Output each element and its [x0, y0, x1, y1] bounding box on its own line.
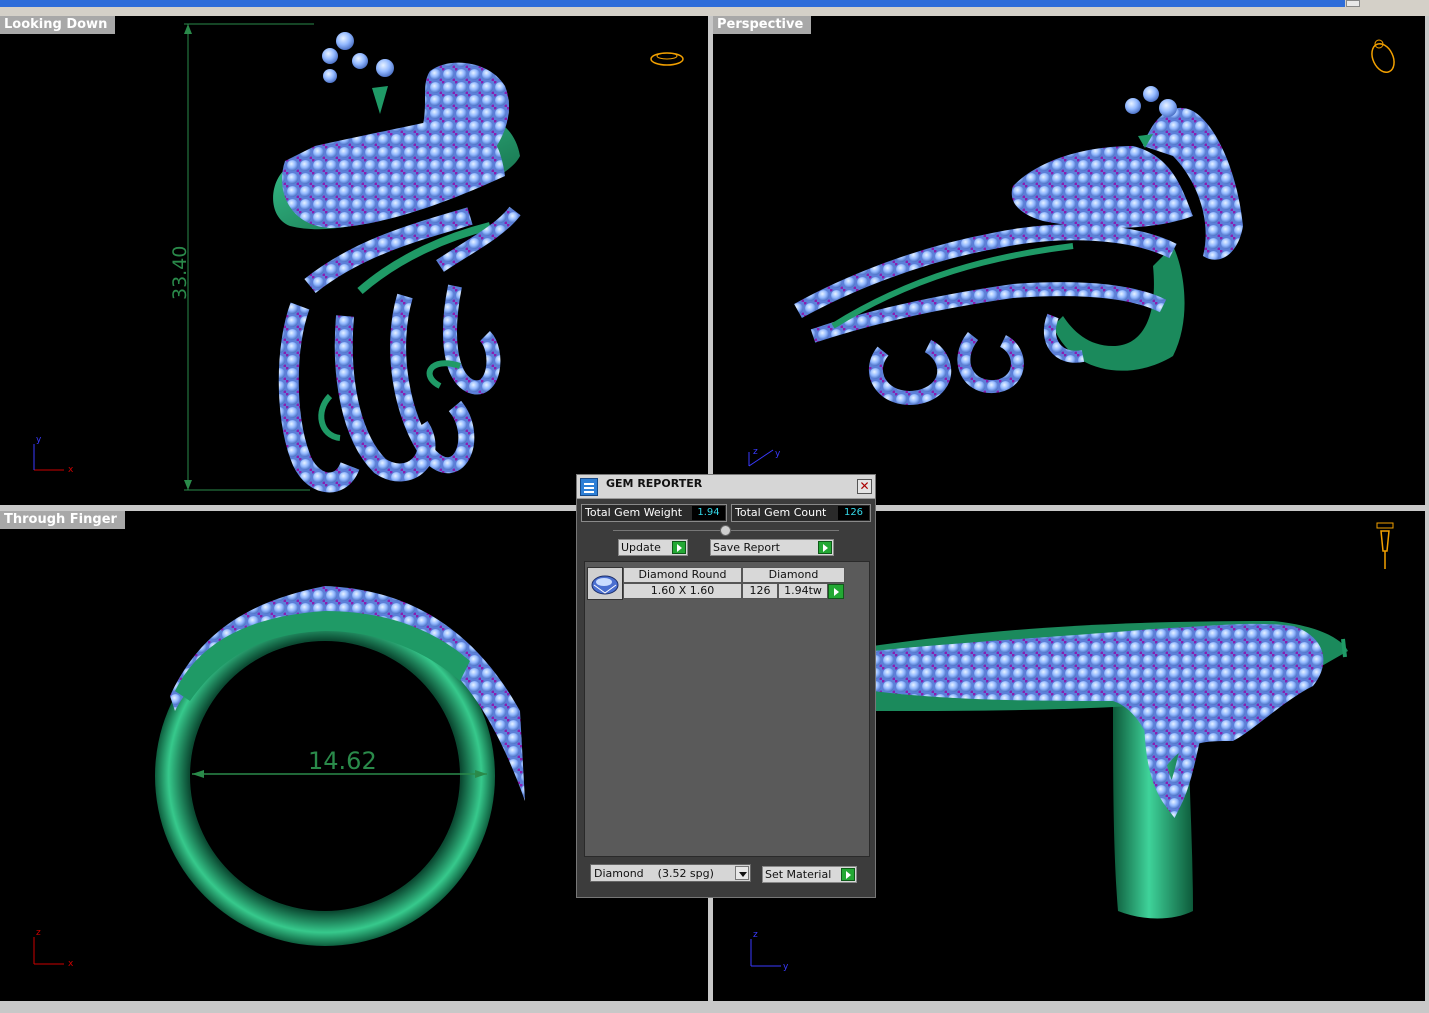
gem-reporter-titlebar[interactable]: GEM REPORTER ✕ — [577, 475, 875, 499]
play-arrow-icon — [672, 541, 686, 554]
viewport-perspective[interactable]: z y Perspective — [713, 16, 1425, 505]
gem-list-item[interactable]: Diamond Round 1.60 X 1.60 Diamond 126 1.… — [587, 567, 845, 600]
panel-splitter-handle[interactable] — [720, 525, 731, 536]
view-cube-icon[interactable] — [1376, 522, 1394, 569]
gem-thumbnail-icon — [587, 567, 623, 600]
gem-weight-cell: 1.94tw — [778, 583, 828, 599]
total-gem-weight-value: 1.94 — [692, 506, 725, 520]
axis-y-label: y — [775, 449, 781, 459]
gem-reporter-panel[interactable]: GEM REPORTER ✕ Total Gem Weight 1.94 Tot… — [576, 474, 876, 898]
close-icon[interactable]: ✕ — [857, 479, 872, 494]
progress-fill — [0, 0, 1345, 7]
chevron-down-icon[interactable] — [735, 866, 749, 880]
top-progress-strip — [0, 0, 1429, 16]
cad-application: x y 33.40 Looking Down z y Perspective 1… — [0, 0, 1429, 1013]
gem-material-cell: Diamond — [742, 567, 845, 583]
dimension-inner-diameter: 14.62 — [308, 747, 377, 775]
viewport-label-perspective: Perspective — [713, 16, 812, 34]
update-button[interactable]: Update — [618, 539, 688, 556]
set-material-button-label: Set Material — [765, 868, 832, 881]
viewport-label-looking-down: Looking Down — [0, 16, 116, 34]
axis-y-label: y — [783, 962, 789, 972]
top-view-model: x y — [33, 23, 684, 493]
perspective-view-model: z y — [748, 39, 1399, 467]
view-cube-icon[interactable] — [1368, 39, 1399, 76]
axis-x-label: x — [68, 959, 74, 969]
material-select[interactable]: Diamond (3.52 spg) — [590, 864, 751, 882]
viewport-label-through-finger: Through Finger — [0, 511, 125, 529]
gem-row-select-button[interactable] — [828, 584, 844, 599]
gem-size-cell: 1.60 X 1.60 — [623, 583, 742, 599]
view-cube-icon[interactable] — [650, 52, 684, 66]
axis-z-label: z — [753, 930, 758, 940]
strip-scroll-button[interactable] — [1346, 0, 1360, 7]
viewport-looking-down[interactable]: x y 33.40 Looking Down — [0, 16, 708, 505]
gem-count-cell: 126 — [742, 583, 778, 599]
axis-x-label: x — [68, 465, 74, 475]
dimension-height-wrapper: 33.40 — [169, 246, 191, 300]
total-gem-count: Total Gem Count 126 — [731, 504, 871, 522]
save-report-button-label: Save Report — [713, 541, 780, 554]
gem-reporter-title: GEM REPORTER — [606, 477, 703, 490]
axis-y-label: y — [36, 435, 42, 445]
gem-reporter-app-icon — [580, 478, 598, 496]
set-material-button[interactable]: Set Material — [762, 866, 857, 883]
axis-z-label: z — [753, 447, 758, 457]
play-arrow-icon — [818, 541, 832, 554]
total-gem-weight: Total Gem Weight 1.94 — [581, 504, 727, 522]
total-gem-count-label: Total Gem Count — [735, 506, 827, 519]
total-gem-count-value: 126 — [838, 506, 869, 520]
play-arrow-icon — [841, 868, 855, 881]
save-report-button[interactable]: Save Report — [710, 539, 834, 556]
dimension-height: 33.40 — [169, 246, 191, 300]
material-select-value: Diamond (3.52 spg) — [594, 867, 714, 880]
update-button-label: Update — [621, 541, 661, 554]
gem-list[interactable]: Diamond Round 1.60 X 1.60 Diamond 126 1.… — [584, 561, 870, 857]
gem-shape-cell: Diamond Round — [623, 567, 742, 583]
axis-z-label: z — [36, 928, 41, 938]
total-gem-weight-label: Total Gem Weight — [585, 506, 683, 519]
